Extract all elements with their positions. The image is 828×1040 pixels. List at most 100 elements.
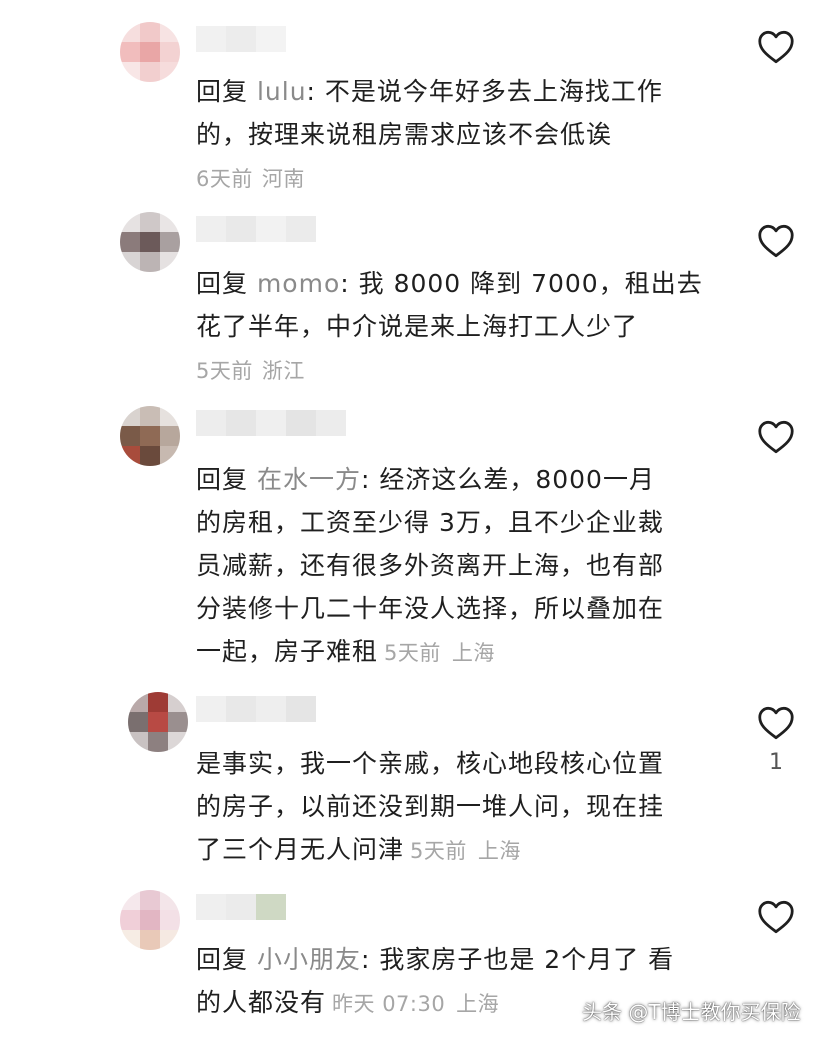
watermark: 头条 @T博士教你买保险	[582, 1000, 801, 1024]
username-blurred[interactable]	[196, 410, 346, 436]
reply-separator: :	[360, 945, 380, 974]
pixel-block	[120, 252, 140, 272]
pixel-block	[226, 410, 256, 436]
heart-icon[interactable]	[757, 900, 795, 934]
heart-icon[interactable]	[757, 420, 795, 454]
avatar[interactable]	[120, 212, 180, 272]
pixel-block	[286, 696, 316, 722]
comment-location: 上海	[451, 641, 495, 665]
pixel-block	[120, 426, 140, 446]
pixel-block	[140, 890, 160, 910]
pixel-block	[120, 232, 140, 252]
pixel-block	[256, 894, 286, 920]
pixel-block	[120, 446, 140, 466]
comment-location: 浙江	[261, 359, 305, 383]
reply-target-name[interactable]: 在水一方	[257, 465, 361, 494]
pixel-block	[140, 62, 160, 82]
comment-line: 花了半年，中介说是来上海打工人少了	[196, 312, 639, 341]
pixel-block	[160, 42, 180, 62]
reply-keyword: 回复	[196, 77, 257, 106]
username-blurred[interactable]	[196, 216, 316, 242]
reply-target-name[interactable]: 小小朋友	[257, 945, 361, 974]
pixel-block	[120, 930, 140, 950]
pixel-block	[120, 890, 140, 910]
pixel-block	[148, 692, 168, 712]
pixel-block	[226, 894, 256, 920]
avatar[interactable]	[120, 406, 180, 466]
pixel-block	[140, 446, 160, 466]
pixel-block	[256, 696, 286, 722]
comment-line: 分装修十几二十年没人选择，所以叠加在	[196, 594, 665, 623]
comment-time: 5天前	[196, 359, 253, 383]
username-blurred[interactable]	[196, 894, 286, 920]
comment-time: 5天前	[384, 641, 441, 665]
pixel-block	[196, 696, 226, 722]
pixel-block	[160, 406, 180, 426]
comment-location: 上海	[477, 839, 521, 863]
pixel-block	[120, 22, 140, 42]
reply-keyword: 回复	[196, 269, 257, 298]
pixel-block	[256, 410, 286, 436]
reply-separator: :	[340, 269, 359, 298]
pixel-block	[140, 42, 160, 62]
comment-line: 一起，房子难租	[196, 637, 379, 666]
pixel-block	[160, 212, 180, 232]
comment-line: 的，按理来说租房需求应该不会低诶	[196, 120, 613, 149]
pixel-block	[160, 890, 180, 910]
comment-time: 5天前	[410, 839, 467, 863]
pixel-block	[226, 696, 256, 722]
pixel-block	[128, 732, 148, 752]
pixel-block	[140, 406, 160, 426]
pixel-block	[160, 62, 180, 82]
pixel-block	[140, 22, 160, 42]
pixel-block	[286, 216, 316, 242]
comment-line: 员减薪，还有很多外资离开上海，也有部	[196, 551, 665, 580]
pixel-block	[120, 212, 140, 232]
avatar[interactable]	[120, 22, 180, 82]
avatar[interactable]	[128, 692, 188, 752]
comment-line: 的房子，以前还没到期一堆人问，现在挂	[196, 792, 665, 821]
heart-icon[interactable]	[757, 224, 795, 258]
reply-keyword: 回复	[196, 945, 257, 974]
username-blurred[interactable]	[196, 26, 286, 52]
pixel-block	[120, 42, 140, 62]
pixel-block	[168, 712, 188, 732]
heart-icon[interactable]	[757, 30, 795, 64]
pixel-block	[128, 692, 148, 712]
pixel-block	[226, 26, 256, 52]
pixel-block	[148, 732, 168, 752]
pixel-block	[120, 406, 140, 426]
comment-line: 不是说今年好多去上海找工作	[324, 77, 663, 106]
comment-text: 是事实，我一个亲戚，核心地段核心位置 的房子，以前还没到期一堆人问，现在挂 了三…	[196, 742, 716, 873]
pixel-block	[226, 216, 256, 242]
comment-text: 回复 lulu: 不是说今年好多去上海找工作 的，按理来说租房需求应该不会低诶 …	[196, 70, 716, 201]
comment-line: 了三个月无人问津	[196, 835, 405, 864]
pixel-block	[160, 930, 180, 950]
heart-icon[interactable]	[757, 706, 795, 740]
pixel-block	[160, 22, 180, 42]
comment-line: 我 8000 降到 7000，租出去	[358, 269, 703, 298]
pixel-block	[140, 252, 160, 272]
comment-time: 昨天 07:30	[332, 992, 446, 1016]
comment-location: 上海	[456, 992, 500, 1016]
comment-line: 的房租，工资至少得 3万，且不少企业裁	[196, 508, 664, 537]
pixel-block	[140, 910, 160, 930]
reply-separator: :	[360, 465, 380, 494]
pixel-block	[316, 410, 346, 436]
reply-target-name[interactable]: momo	[257, 269, 340, 298]
pixel-block	[160, 446, 180, 466]
comment-text: 回复 在水一方: 经济这么差，8000一月 的房租，工资至少得 3万，且不少企业…	[196, 458, 716, 675]
reply-target-name[interactable]: lulu	[257, 77, 307, 106]
pixel-block	[168, 732, 188, 752]
pixel-block	[148, 712, 168, 732]
avatar[interactable]	[120, 890, 180, 950]
username-blurred[interactable]	[196, 696, 316, 722]
comment-line: 经济这么差，8000一月	[379, 465, 655, 494]
pixel-block	[160, 252, 180, 272]
pixel-block	[140, 426, 160, 446]
pixel-block	[140, 930, 160, 950]
pixel-block	[120, 910, 140, 930]
pixel-block	[286, 410, 316, 436]
comment-line: 我家房子也是 2个月了 看	[379, 945, 675, 974]
pixel-block	[128, 712, 148, 732]
